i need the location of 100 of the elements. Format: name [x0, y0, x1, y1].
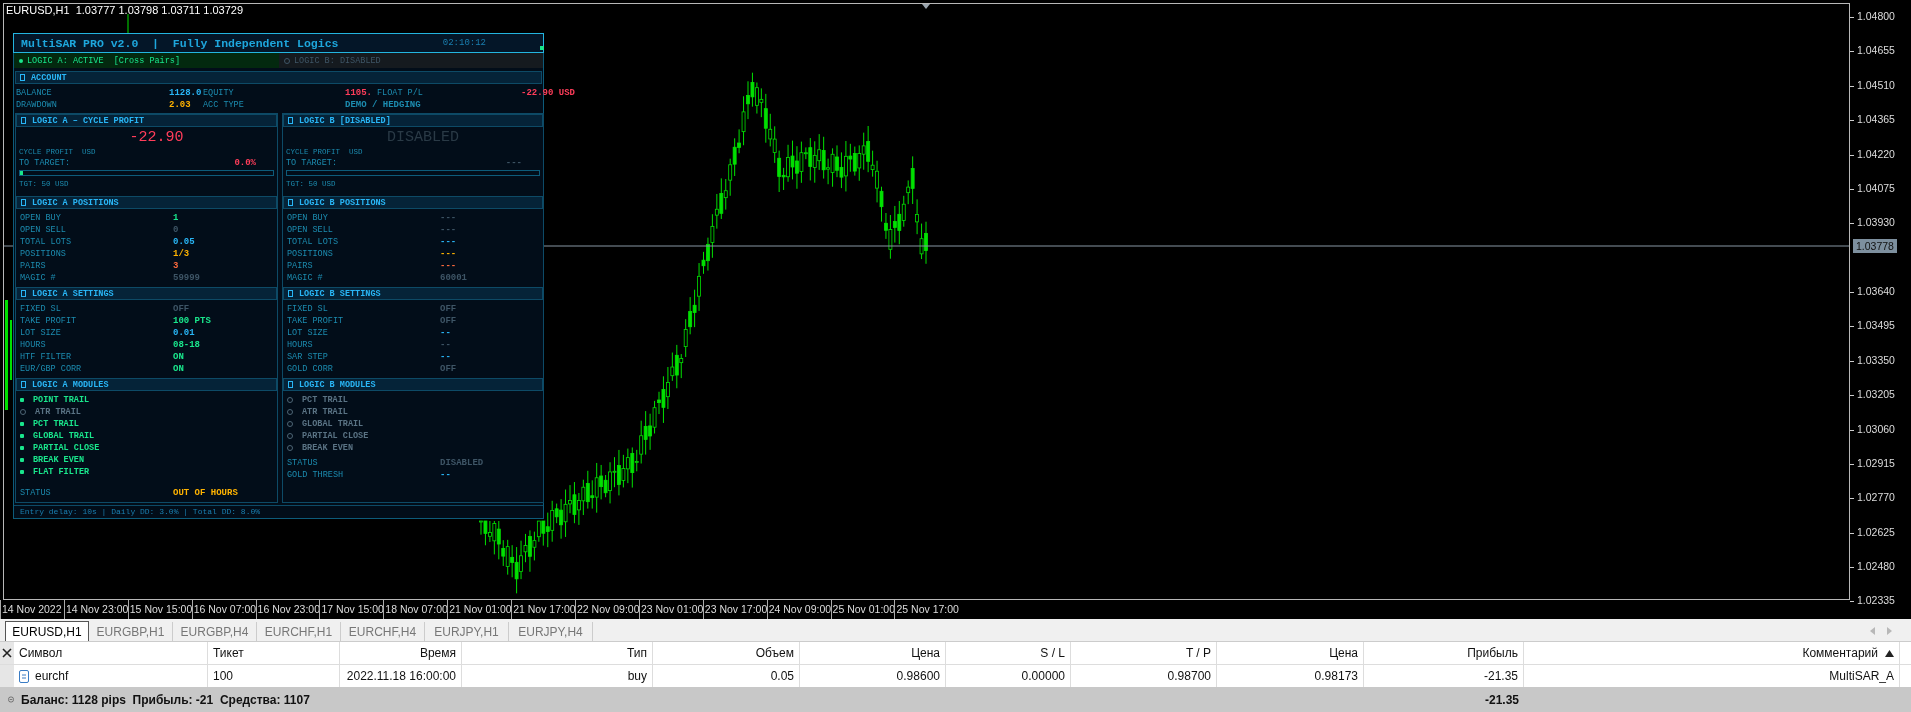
module-label: PCT TRAIL [33, 419, 79, 429]
field-label: OPEN BUY [287, 213, 329, 223]
module-label: ATR TRAIL [35, 407, 81, 417]
price-label: 1.03205 [1857, 388, 1895, 401]
field-label: FIXED SL [20, 304, 62, 314]
symbol-quote-text: EURUSD,H1 1.03777 1.03798 1.03711 1.03729 [6, 4, 244, 16]
field-value: 1128.0 [169, 88, 202, 98]
table-cell: 100 [213, 669, 234, 683]
field-label: TOTAL LOTS [287, 237, 339, 247]
collapse-icon[interactable] [8, 694, 14, 705]
field-label: HOURS [20, 340, 47, 350]
section-title: ACCOUNT [31, 72, 67, 83]
field-value: OFF [173, 304, 190, 314]
field-label: TO TARGET: [286, 158, 337, 169]
table-cell: 0.05 [770, 669, 794, 683]
column-header[interactable]: T / P [1071, 642, 1217, 664]
section-title: LOGIC A MODULES [32, 379, 109, 390]
field-value: --- [440, 225, 457, 235]
module-label: BREAK EVEN [33, 455, 84, 465]
field-label: SAR STEP [287, 352, 329, 362]
field-value: OFF [440, 364, 457, 374]
module-label: GLOBAL TRAIL [33, 431, 95, 441]
field-label: DRAWDOWN [16, 100, 58, 110]
field-value: -- [440, 352, 451, 362]
field-label: TAKE PROFIT [20, 316, 78, 326]
price-label: 1.02915 [1857, 456, 1895, 469]
field-value: -- [440, 470, 451, 480]
current-price-label: 1.03778 [1853, 239, 1897, 253]
section-title: LOGIC B [DISABLED] [299, 115, 391, 126]
field-label: BALANCE [16, 88, 53, 98]
section-title: LOGIC B SETTINGS [299, 288, 381, 299]
column-header[interactable]: Цена [800, 642, 946, 664]
field-label: STATUS [287, 458, 319, 468]
price-label: 1.02335 [1857, 594, 1895, 607]
field-value: --- [505, 158, 522, 169]
module-label: BREAK EVEN [302, 443, 353, 453]
field-value: --- [440, 261, 457, 271]
field-value: ON [173, 364, 184, 374]
price-label: 1.04655 [1857, 44, 1895, 57]
logic-status-text: LOGIC A: ACTIVE [Cross Pairs] [27, 55, 181, 66]
module-label: POINT TRAIL [33, 395, 90, 405]
field-label: LOT SIZE [20, 328, 62, 338]
price-label: 1.02770 [1857, 491, 1895, 504]
module-label: ATR TRAIL [302, 407, 348, 417]
field-value: -- [440, 328, 451, 338]
field-value: 3 [173, 261, 179, 271]
column-header[interactable]: Цена [1217, 642, 1364, 664]
column-header[interactable]: Тип [462, 642, 653, 664]
field-value: 0 [173, 225, 179, 235]
field-label: MAGIC # [20, 273, 57, 283]
panel-footer-text: Entry delay: 10s | Daily DD: 3.0% | Total DD: 8.0% [14, 505, 543, 518]
column-header[interactable]: S / L [946, 642, 1071, 664]
table-cell: 0.98600 [896, 669, 940, 683]
close-icon[interactable] [2, 648, 12, 658]
field-label: HOURS [287, 340, 314, 350]
column-header[interactable]: Символ [14, 642, 208, 664]
field-value: --- [440, 249, 457, 259]
field-value: --- [440, 237, 457, 247]
section-title: LOGIC A – CYCLE PROFIT [32, 115, 145, 126]
shift-marker-icon[interactable] [922, 4, 930, 9]
table-cell: 0.00000 [1021, 669, 1065, 683]
price-label: 1.03495 [1857, 319, 1895, 332]
module-label: PCT TRAIL [302, 395, 348, 405]
field-value: --- [440, 213, 457, 223]
price-label: 1.04800 [1857, 10, 1895, 22]
field-value: 1/3 [173, 249, 190, 259]
column-header[interactable]: Тикет [208, 642, 340, 664]
field-label: ACC TYPE [203, 100, 245, 110]
field-label: STATUS [20, 488, 52, 498]
square-icon [288, 381, 293, 388]
field-value: 0.05 [173, 237, 195, 247]
field-value: 1105. [345, 88, 372, 98]
field-value: 59999 [173, 273, 200, 283]
field-value: OFF [440, 304, 457, 314]
field-value: 08-18 [173, 340, 200, 350]
module-label: FLAT FILTER [33, 467, 90, 477]
module-label: PARTIAL CLOSE [302, 431, 369, 441]
table-cell: 2022.11.18 16:00:00 [346, 669, 456, 683]
column-header[interactable]: Комментарий [1524, 642, 1900, 664]
field-label: LOT SIZE [287, 328, 329, 338]
price-label: 1.04075 [1857, 181, 1895, 194]
field-label: OPEN SELL [20, 225, 67, 235]
field-value: ON [173, 352, 184, 362]
column-header[interactable]: Прибыль [1364, 642, 1524, 664]
table-cell: eurchf [35, 669, 69, 683]
price-label: 1.04220 [1857, 147, 1895, 160]
summary-profit: -21.35 [1483, 692, 1520, 707]
document-icon [19, 669, 29, 683]
sort-ascending-icon[interactable] [1885, 649, 1894, 657]
square-icon [288, 199, 293, 206]
field-value: OUT OF HOURS [173, 488, 238, 498]
column-header[interactable]: Объем [653, 642, 800, 664]
field-value: DISABLED [440, 458, 484, 468]
cycle-profit-value: -22.90 [129, 129, 184, 146]
column-header[interactable]: Время [340, 642, 462, 664]
field-label: PAIRS [20, 261, 47, 271]
field-label: PAIRS [287, 261, 314, 271]
field-value: -22.90 USD [521, 88, 575, 98]
chart-tab[interactable]: EURUSD,H1 [5, 621, 89, 641]
status-square-icon [540, 46, 544, 50]
